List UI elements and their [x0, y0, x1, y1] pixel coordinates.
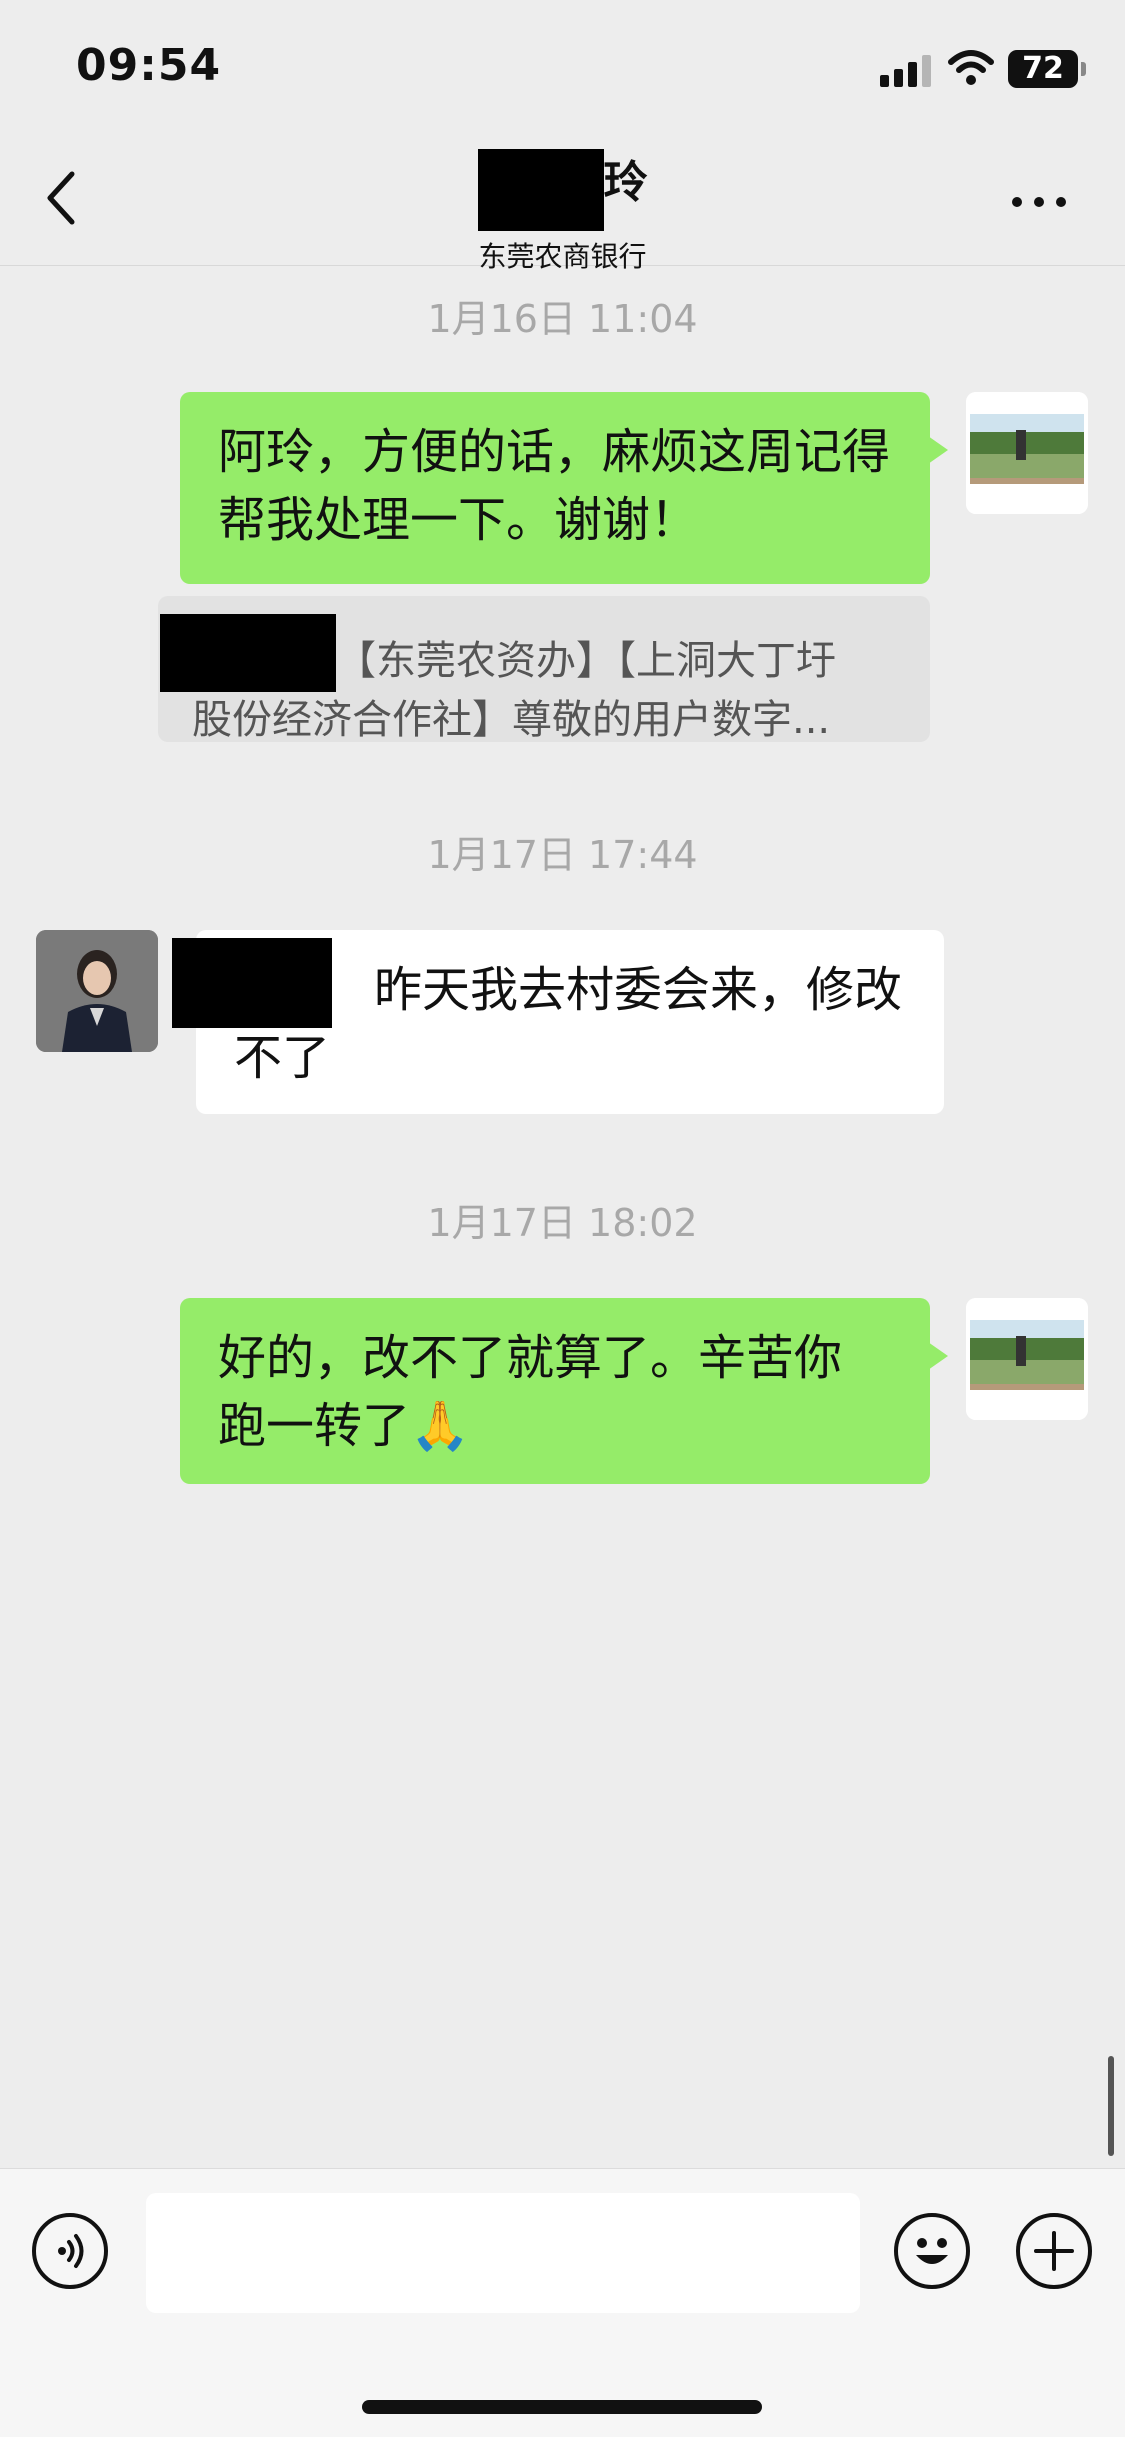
message-timestamp: 1月16日 11:04 — [427, 297, 698, 341]
outgoing-message[interactable]: 阿玲，方便的话，麻烦这周记得帮我处理一下。谢谢！ — [180, 392, 948, 584]
voice-icon[interactable] — [32, 2213, 108, 2289]
contact-name: 玲 — [603, 157, 648, 208]
redaction-box — [160, 614, 336, 692]
chat-header: 玲 东莞农商银行 — [0, 120, 1125, 273]
praying-hands-icon: 🙏 — [410, 1398, 470, 1454]
my-avatar[interactable] — [966, 1298, 1088, 1420]
signal-icon — [880, 55, 932, 87]
battery-indicator: 72 — [1008, 50, 1086, 88]
redaction-box — [477, 149, 604, 231]
avatar-image — [36, 930, 158, 1052]
plus-icon[interactable] — [1016, 2213, 1092, 2289]
more-dots-icon[interactable] — [1012, 192, 1078, 211]
message-text: 跑一转了 — [218, 1398, 411, 1454]
quoted-message[interactable]: 【东莞农资办】【上洞大丁圩 股份经济合作社】尊敬的用户数字... — [158, 596, 930, 743]
quote-text: 股份经济合作社】尊敬的用户数字... — [192, 697, 831, 743]
status-time: 09:54 — [76, 40, 222, 91]
message-timestamp: 1月17日 18:02 — [427, 1201, 698, 1245]
redaction-box — [172, 938, 332, 1028]
avatar-image — [966, 392, 1088, 514]
message-text: 好的，改不了就算了。辛苦你 — [218, 1330, 843, 1386]
message-text: 不了 — [234, 1030, 331, 1086]
scrollbar[interactable] — [1108, 2056, 1114, 2156]
outgoing-message[interactable]: 好的，改不了就算了。辛苦你 跑一转了🙏 — [180, 1298, 948, 1484]
home-indicator[interactable] — [362, 2400, 762, 2414]
input-bar — [0, 2168, 1125, 2437]
contact-org: 东莞农商银行 — [478, 240, 647, 273]
message-text: 昨天我去村委会来，修改 — [374, 962, 903, 1018]
message-input[interactable] — [146, 2193, 860, 2313]
status-bar: 09:54 72 — [0, 0, 1125, 130]
my-avatar[interactable] — [966, 392, 1088, 514]
avatar-image — [966, 1298, 1088, 1420]
message-timestamp: 1月17日 17:44 — [427, 833, 698, 877]
incoming-message[interactable]: 昨天我去村委会来，修改 不了 — [172, 930, 944, 1114]
emoji-icon[interactable] — [894, 2213, 970, 2289]
wifi-icon — [948, 50, 994, 85]
contact-avatar[interactable] — [36, 930, 158, 1052]
chat-title: 玲 东莞农商银行 — [0, 149, 1125, 275]
message-text: 阿玲，方便的话，麻烦这周记得帮我处理一下。谢谢！ — [218, 424, 891, 548]
quote-text: 【东莞农资办】【上洞大丁圩 — [336, 638, 836, 684]
